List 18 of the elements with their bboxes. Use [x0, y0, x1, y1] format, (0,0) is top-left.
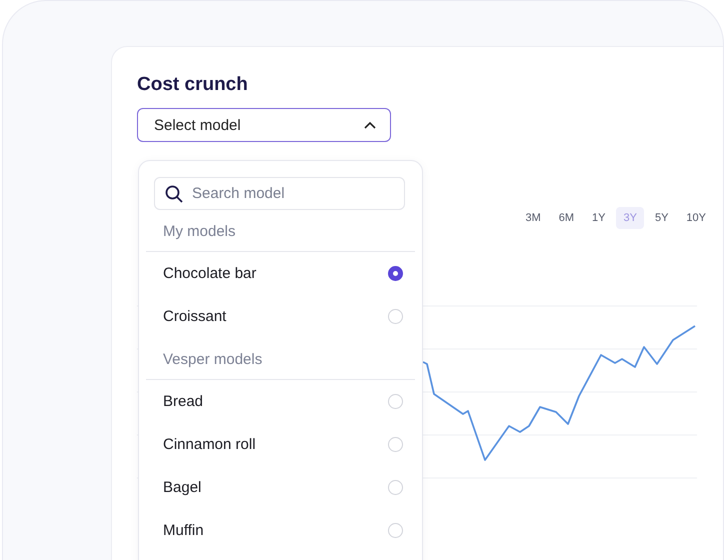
search-field[interactable]: Search model: [154, 177, 405, 210]
model-option[interactable]: Croissant: [163, 308, 226, 325]
model-option[interactable]: Cinnamon roll: [163, 436, 256, 453]
model-select[interactable]: Select model: [137, 108, 391, 142]
model-option[interactable]: Chocolate bar: [163, 265, 256, 282]
range-tab[interactable]: 3M: [518, 207, 548, 229]
card-title: Cost crunch: [137, 74, 249, 96]
group-heading: My models: [162, 222, 237, 240]
caret-icon: [364, 121, 376, 129]
model-option[interactable]: Muffin: [163, 522, 204, 539]
model-option[interactable]: Bagel: [163, 479, 202, 496]
range-tab[interactable]: 5Y: [648, 207, 676, 229]
group-heading: Vesper models: [162, 350, 264, 368]
range-tab[interactable]: 1Y: [585, 207, 612, 229]
range-tab[interactable]: 6M: [552, 207, 582, 229]
model-option[interactable]: Bread: [163, 393, 204, 410]
radio-button[interactable]: [388, 266, 403, 281]
range-tab[interactable]: 10Y: [679, 207, 713, 229]
